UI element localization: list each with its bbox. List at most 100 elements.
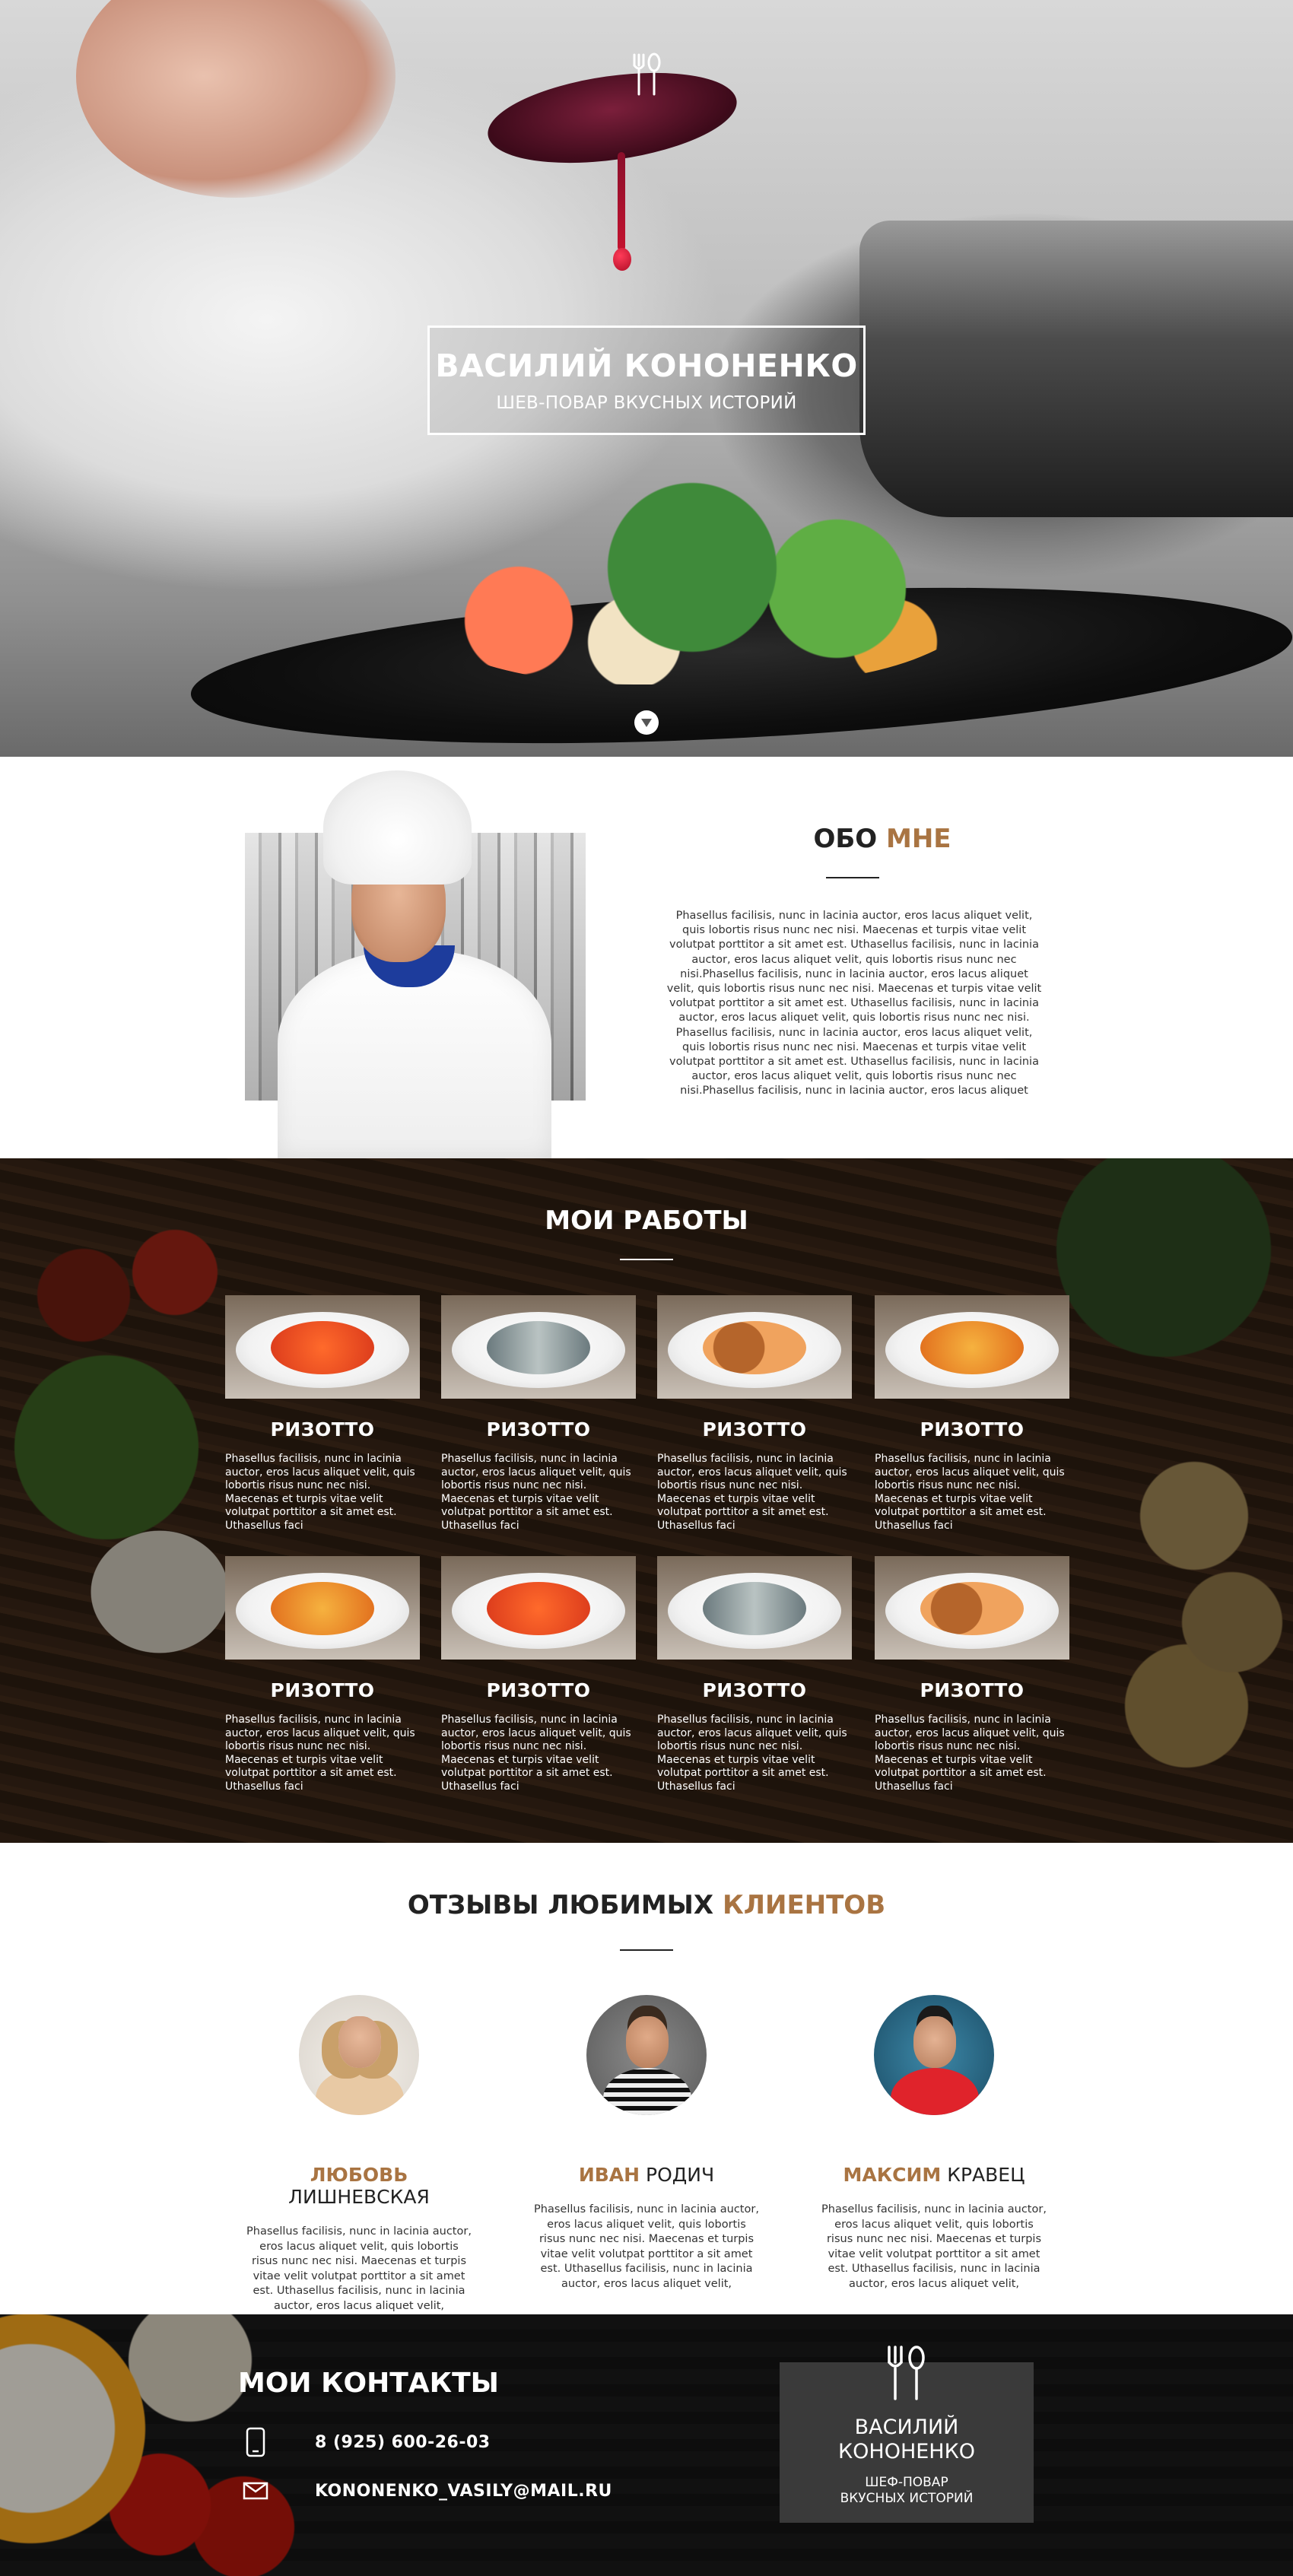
review-card: ИВАН РОДИЧ Phasellus facilisis, nunc in … xyxy=(532,1995,761,2292)
contacts-heading-bold: КОНТАКТЫ xyxy=(321,2368,499,2399)
work-text: Phasellus facilisis, nunc in lacinia auc… xyxy=(657,1714,847,1793)
work-food xyxy=(920,1582,1024,1635)
avatar xyxy=(299,1995,419,2115)
work-title: РИЗОТТО xyxy=(270,1679,375,1701)
about-divider xyxy=(826,877,879,878)
work-title: РИЗОТТО xyxy=(486,1418,591,1440)
review-name: МАКСИМ КРАВЕЦ xyxy=(820,2164,1048,2186)
work-food xyxy=(920,1321,1024,1374)
works-heading-bold: РАБОТЫ xyxy=(623,1205,748,1236)
works-section: МОИ РАБОТЫ РИЗОТТО Phasellus facilisis, n… xyxy=(0,1158,1293,1843)
contact-phone-row: 8 (925) 600-26-03 xyxy=(242,2427,491,2457)
work-text: Phasellus facilisis, nunc in lacinia auc… xyxy=(441,1453,631,1532)
work-card[interactable]: РИЗОТТО Phasellus facilisis, nunc in laci… xyxy=(875,1295,1069,1532)
review-card: МАКСИМ КРАВЕЦ Phasellus facilisis, nunc … xyxy=(820,1995,1048,2292)
review-text: Phasellus facilisis, nunc in lacinia auc… xyxy=(821,2203,1047,2290)
hero-salad-image xyxy=(403,472,981,684)
review-text: Phasellus facilisis, nunc in lacinia auc… xyxy=(246,2225,472,2312)
card-subtitle: ШЕФ-ПОВАР ВКУСНЫХ ИСТОРИЙ xyxy=(780,2475,1034,2507)
envelope-icon xyxy=(242,2476,269,2506)
scroll-down-button[interactable] xyxy=(634,710,659,735)
avatar-body xyxy=(316,2068,404,2115)
chef-hat-image xyxy=(323,770,472,885)
work-image[interactable] xyxy=(225,1556,420,1660)
work-card[interactable]: РИЗОТТО Phasellus facilisis, nunc in laci… xyxy=(657,1295,852,1532)
contacts-heading-plain: МОИ xyxy=(238,2368,322,2399)
reviews-heading: ОТЗЫВЫ ЛЮБИМЫХ КЛИЕНТОВ xyxy=(0,1890,1293,1920)
hero-spoon-image xyxy=(481,59,743,177)
work-image[interactable] xyxy=(657,1556,852,1660)
work-text: Phasellus facilisis, nunc in lacinia auc… xyxy=(225,1714,415,1793)
review-text: Phasellus facilisis, nunc in lacinia auc… xyxy=(534,2203,759,2290)
work-card[interactable]: РИЗОТТО Phasellus facilisis, nunc in laci… xyxy=(441,1556,636,1793)
works-heading: МОИ РАБОТЫ xyxy=(0,1205,1293,1236)
about-heading-plain: ОБО xyxy=(813,824,887,854)
work-image[interactable] xyxy=(225,1295,420,1399)
about-heading-accent: МНЕ xyxy=(886,824,951,854)
work-card[interactable]: РИЗОТТО Phasellus facilisis, nunc in laci… xyxy=(225,1295,420,1532)
work-title: РИЗОТТО xyxy=(702,1418,807,1440)
reviews-divider xyxy=(620,1949,673,1951)
work-text: Phasellus facilisis, nunc in lacinia auc… xyxy=(441,1714,631,1793)
avatar-body xyxy=(891,2068,979,2115)
work-image[interactable] xyxy=(441,1556,636,1660)
work-card[interactable]: РИЗОТТО Phasellus facilisis, nunc in laci… xyxy=(441,1295,636,1532)
review-card: ЛЮБОВЬ ЛИШНЕВСКАЯ Phasellus facilisis, n… xyxy=(245,1995,473,2314)
work-image[interactable] xyxy=(657,1295,852,1399)
about-heading: ОБО МНЕ xyxy=(761,824,1004,854)
about-text: Phasellus facilisis, nunc in lacinia auc… xyxy=(666,910,1042,1097)
avatar-head xyxy=(338,2016,381,2068)
avatar xyxy=(586,1995,707,2115)
work-food xyxy=(487,1582,590,1635)
hero-sauce-drop xyxy=(613,248,631,271)
work-card[interactable]: РИЗОТТО Phasellus facilisis, nunc in laci… xyxy=(657,1556,852,1793)
work-image[interactable] xyxy=(441,1295,636,1399)
reviews-section: ОТЗЫВЫ ЛЮБИМЫХ КЛИЕНТОВ ЛЮБОВЬ ЛИШНЕВСКА… xyxy=(0,1843,1293,2314)
work-text: Phasellus facilisis, nunc in lacinia auc… xyxy=(875,1714,1065,1793)
fork-spoon-icon xyxy=(633,52,661,96)
work-image[interactable] xyxy=(875,1556,1069,1660)
work-food xyxy=(703,1582,806,1635)
works-divider xyxy=(620,1259,673,1260)
hero-pot-image xyxy=(859,221,1293,517)
work-food xyxy=(703,1321,806,1374)
review-first-name: ИВАН xyxy=(578,2164,640,2186)
hero-section: ВАСИЛИЙ КОНОНЕНКО ШЕВ-ПОВАР ВКУСНЫХ ИСТО… xyxy=(0,0,1293,757)
work-title: РИЗОТТО xyxy=(486,1679,591,1701)
card-name-line2: КОНОНЕНКО xyxy=(837,2440,976,2463)
work-title: РИЗОТТО xyxy=(270,1418,375,1440)
avatar-head xyxy=(913,2016,956,2068)
phone-link[interactable]: 8 (925) 600-26-03 xyxy=(315,2433,491,2452)
email-link[interactable]: KONONENKO_VASILY@MAIL.RU xyxy=(315,2482,612,2501)
hero-chef-hand xyxy=(76,0,396,198)
avatar-head xyxy=(626,2016,669,2068)
work-food xyxy=(271,1321,374,1374)
review-name: ЛЮБОВЬ ЛИШНЕВСКАЯ xyxy=(245,2164,473,2208)
review-last-name: РОДИЧ xyxy=(640,2164,715,2186)
review-name: ИВАН РОДИЧ xyxy=(532,2164,761,2186)
works-overlay xyxy=(0,1158,1293,1843)
business-card: ВАСИЛИЙ КОНОНЕНКО ШЕФ-ПОВАР ВКУСНЫХ ИСТО… xyxy=(780,2346,1034,2523)
work-text: Phasellus facilisis, nunc in lacinia auc… xyxy=(875,1453,1065,1532)
phone-icon xyxy=(242,2427,269,2457)
review-last-name: КРАВЕЦ xyxy=(941,2164,1025,2186)
work-text: Phasellus facilisis, nunc in lacinia auc… xyxy=(657,1453,847,1532)
contact-email-row: KONONENKO_VASILY@MAIL.RU xyxy=(242,2476,612,2506)
reviews-heading-plain: ОТЗЫВЫ ЛЮБИМЫХ xyxy=(407,1890,723,1920)
card-sub-line2: ВКУСНЫХ ИСТОРИЙ xyxy=(840,2491,974,2506)
work-image[interactable] xyxy=(875,1295,1069,1399)
hero-title-box: ВАСИЛИЙ КОНОНЕНКО ШЕВ-ПОВАР ВКУСНЫХ ИСТО… xyxy=(427,326,866,435)
work-text: Phasellus facilisis, nunc in lacinia auc… xyxy=(225,1453,415,1532)
work-title: РИЗОТТО xyxy=(920,1679,1025,1701)
work-food xyxy=(487,1321,590,1374)
work-card[interactable]: РИЗОТТО Phasellus facilisis, nunc in laci… xyxy=(875,1556,1069,1793)
review-last-name: ЛИШНЕВСКАЯ xyxy=(288,2186,430,2208)
about-section: ОБО МНЕ Phasellus facilisis, nunc in lac… xyxy=(0,757,1293,1158)
work-title: РИЗОТТО xyxy=(702,1679,807,1701)
work-card[interactable]: РИЗОТТО Phasellus facilisis, nunc in laci… xyxy=(225,1556,420,1793)
hero-sauce-drip xyxy=(618,152,625,251)
review-first-name: ЛЮБОВЬ xyxy=(310,2164,408,2186)
hero-subtitle: ШЕВ-ПОВАР ВКУСНЫХ ИСТОРИЙ xyxy=(496,393,797,413)
review-first-name: МАКСИМ xyxy=(843,2164,942,2186)
work-food xyxy=(271,1582,374,1635)
